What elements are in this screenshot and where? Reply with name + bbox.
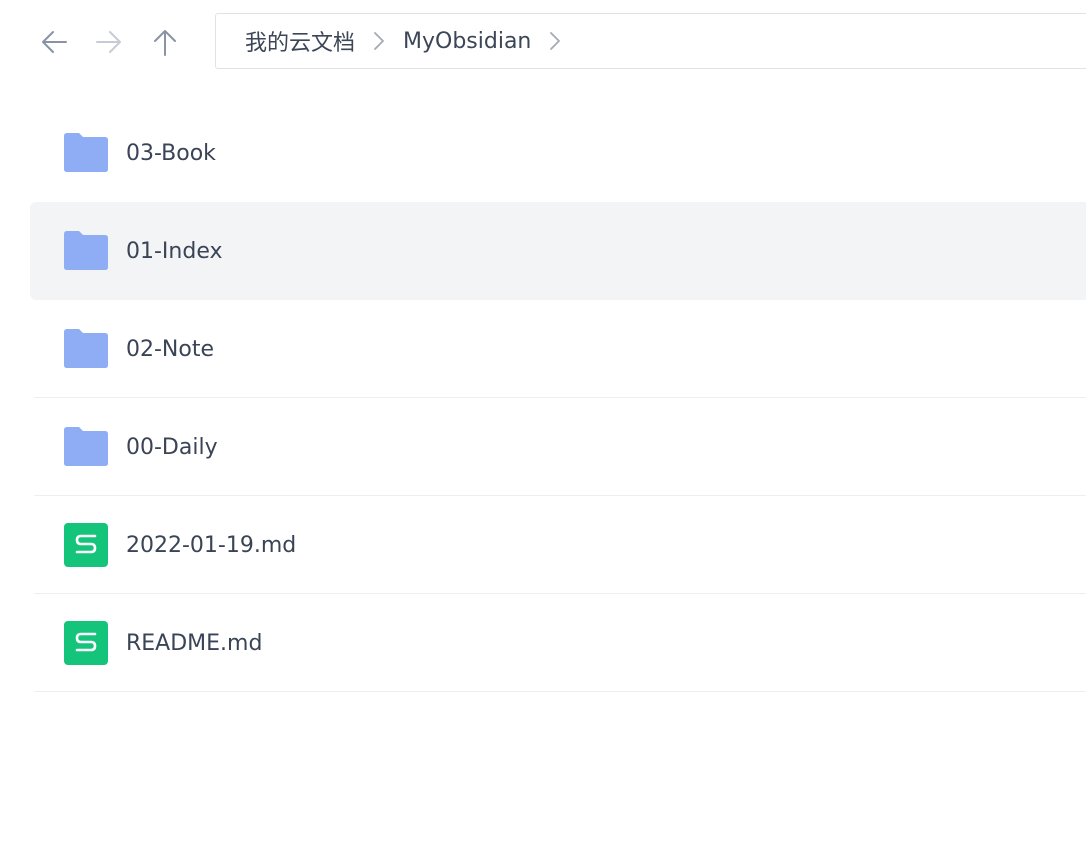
file-name: 01-Index [126, 238, 223, 264]
chevron-right-icon [374, 32, 384, 50]
breadcrumb[interactable]: 我的云文档 MyObsidian [215, 13, 1086, 69]
file-name: 2022-01-19.md [126, 532, 297, 558]
toolbar: 我的云文档 MyObsidian [0, 0, 1086, 86]
back-button[interactable] [38, 26, 70, 58]
chevron-right-icon [550, 32, 561, 50]
file-row-02-note[interactable]: 02-Note [30, 300, 1086, 398]
file-row-03-book[interactable]: 03-Book [30, 104, 1086, 202]
folder-icon [64, 329, 108, 368]
arrow-up-icon [154, 30, 176, 56]
markdown-file-icon [64, 523, 108, 567]
markdown-file-icon [64, 621, 108, 665]
folder-icon [64, 427, 108, 466]
breadcrumb-item-myobsidian[interactable]: MyObsidian [403, 29, 531, 54]
folder-icon [64, 231, 108, 270]
file-name: README.md [126, 630, 263, 656]
file-list: 03-Book 01-Index 02-Note 00-Daily 2022-0… [30, 104, 1086, 692]
arrow-right-icon [96, 31, 121, 53]
breadcrumb-item-root[interactable]: 我的云文档 [245, 25, 355, 57]
file-name: 02-Note [126, 336, 215, 362]
up-button[interactable] [149, 26, 181, 58]
file-row-00-daily[interactable]: 00-Daily [30, 398, 1086, 496]
breadcrumb-separator [535, 26, 575, 56]
file-name: 00-Daily [126, 434, 218, 460]
arrow-left-icon [42, 31, 67, 53]
file-row-01-index[interactable]: 01-Index [30, 202, 1086, 300]
forward-button[interactable] [93, 26, 125, 58]
breadcrumb-separator [359, 26, 399, 56]
folder-icon [64, 133, 108, 172]
file-row-2022-01-19-md[interactable]: 2022-01-19.md [30, 496, 1086, 594]
file-row-readme-md[interactable]: README.md [30, 594, 1086, 692]
row-divider [34, 691, 1086, 692]
file-name: 03-Book [126, 140, 216, 166]
